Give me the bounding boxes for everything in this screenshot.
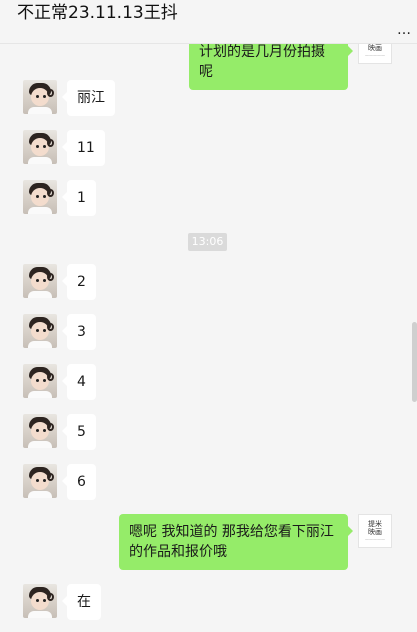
timestamp-badge: 13:06	[188, 233, 227, 251]
more-horizontal-icon[interactable]: …	[397, 22, 412, 38]
chat-header: 不正常23.11.13王抖 …	[0, 0, 417, 44]
avatar[interactable]	[23, 464, 57, 498]
avatar[interactable]	[23, 180, 57, 214]
message-text: 4	[77, 374, 86, 390]
message-text: 1	[77, 190, 86, 206]
avatar[interactable]	[23, 364, 57, 398]
message-text: 计划的是几月份拍摄呢	[199, 44, 325, 80]
chat-title: 不正常23.11.13王抖	[17, 3, 178, 23]
avatar-logo-text: —————	[365, 536, 385, 541]
message-bubble-other[interactable]: 11	[62, 130, 105, 166]
avatar[interactable]	[23, 414, 57, 448]
message-bubble-other[interactable]: 6	[62, 464, 96, 500]
message-bubble-other[interactable]: 1	[62, 180, 96, 216]
avatar[interactable]: 提米 映画 —————	[358, 514, 392, 548]
message-text: 嗯呢 我知道的 那我给您看下丽江的作品和报价哦	[129, 524, 334, 560]
avatar[interactable]	[23, 130, 57, 164]
avatar-logo-text: 提米	[368, 520, 382, 528]
message-bubble-self[interactable]: 嗯呢 我知道的 那我给您看下丽江的作品和报价哦	[119, 514, 353, 570]
avatar[interactable]	[23, 264, 57, 298]
avatar-logo-text: —————	[365, 52, 385, 57]
message-text: 2	[77, 274, 86, 290]
avatar-logo-text: 映画	[368, 528, 382, 536]
message-bubble-self[interactable]: 计划的是几月份拍摄呢	[189, 44, 353, 90]
message-text: 3	[77, 324, 86, 340]
message-bubble-other[interactable]: 5	[62, 414, 96, 450]
scrollbar-thumb[interactable]	[412, 322, 417, 402]
message-text: 11	[77, 140, 95, 156]
avatar[interactable]	[23, 314, 57, 348]
avatar[interactable]	[23, 584, 57, 618]
avatar[interactable]	[23, 80, 57, 114]
message-text: 6	[77, 474, 86, 490]
avatar-logo-text: 映画	[368, 44, 382, 52]
message-bubble-other[interactable]: 3	[62, 314, 96, 350]
message-bubble-other[interactable]: 在	[62, 584, 101, 620]
message-text: 在	[77, 594, 91, 610]
message-bubble-other[interactable]: 丽江	[62, 80, 115, 116]
message-text: 丽江	[77, 90, 105, 106]
message-bubble-other[interactable]: 2	[62, 264, 96, 300]
avatar[interactable]: 提米 映画 —————	[358, 44, 392, 64]
message-text: 5	[77, 424, 86, 440]
message-bubble-other[interactable]: 4	[62, 364, 96, 400]
message-list[interactable]: 计划的是几月份拍摄呢 提米 映画 ————— 丽江 11 1 13:06 2 3	[0, 44, 417, 632]
